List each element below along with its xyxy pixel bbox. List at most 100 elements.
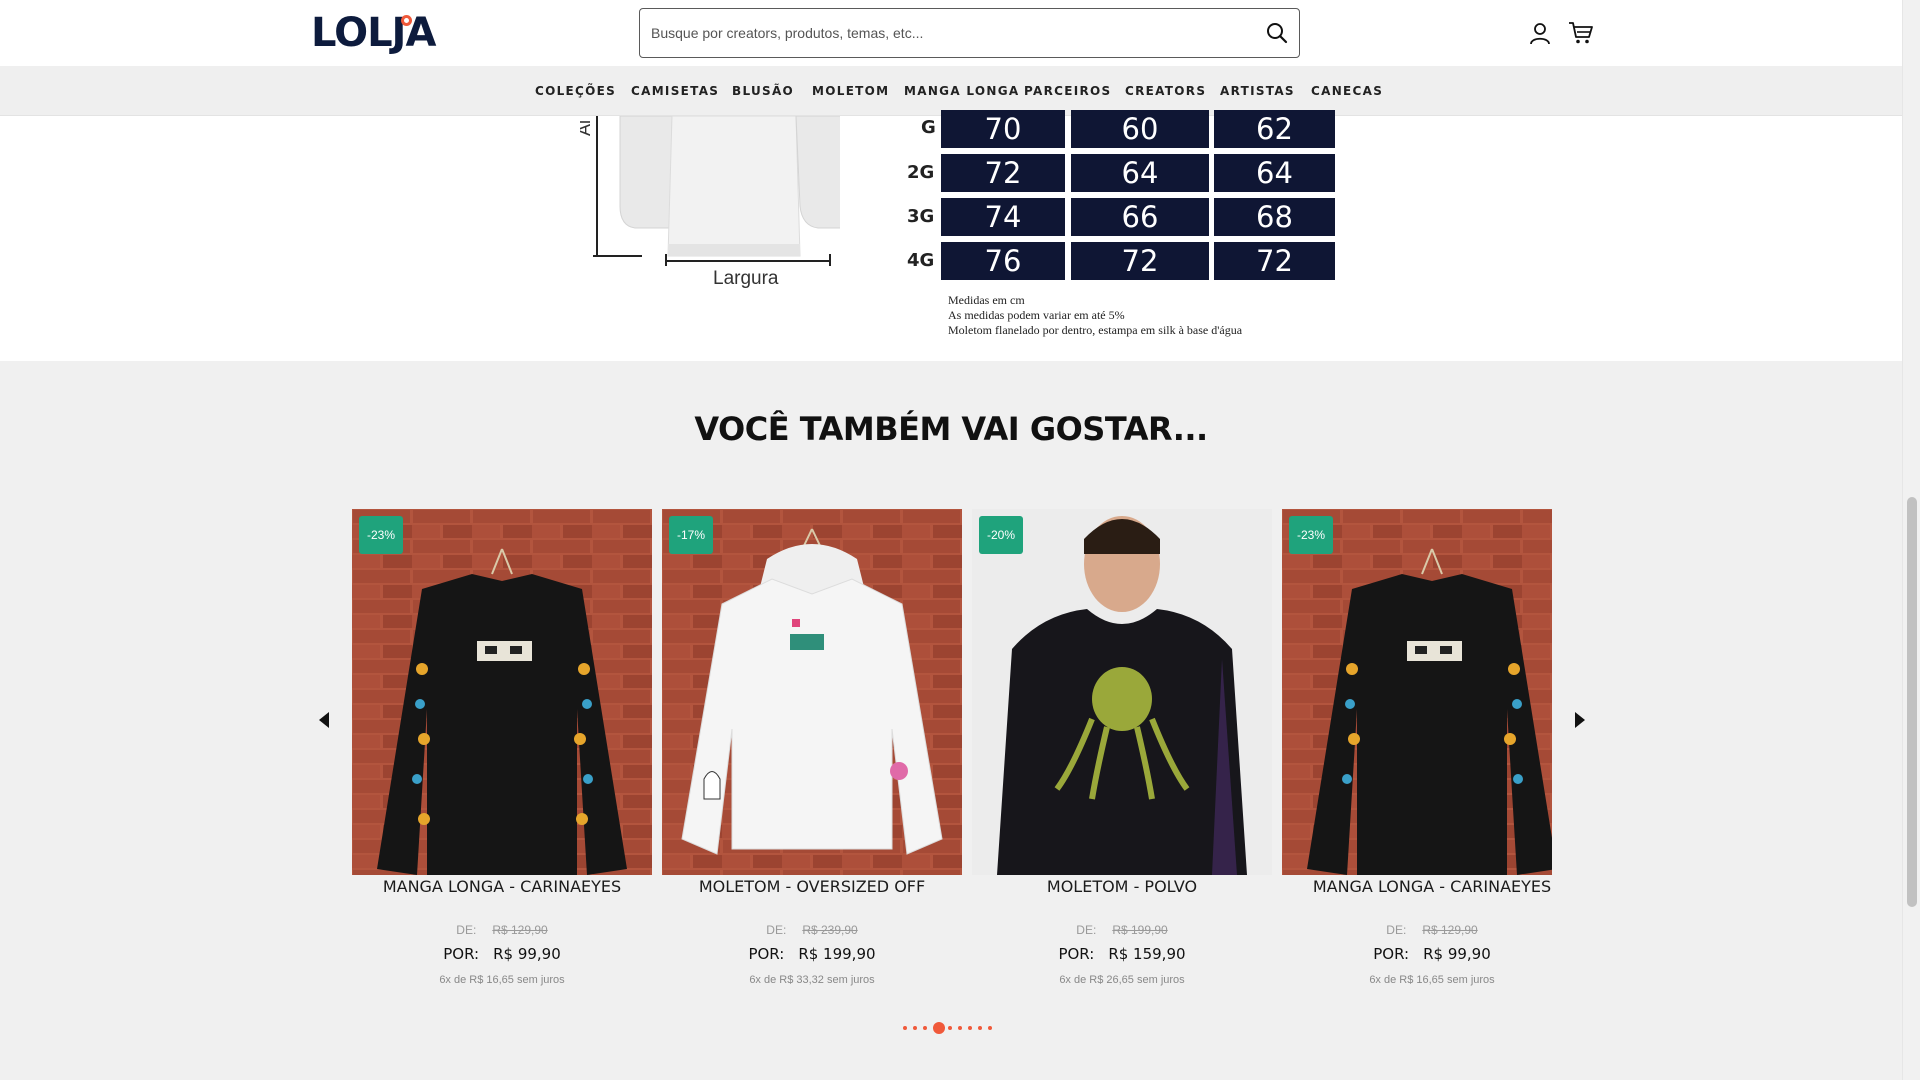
discount-badge: -20% [979,516,1024,554]
user-icon[interactable] [1528,21,1552,45]
recommendations-title: VOCÊ TAMBÉM VAI GOSTAR... [694,410,1208,448]
pagination-dot[interactable] [978,1026,982,1030]
nav-item-canecas[interactable]: CANECAS [1311,84,1383,98]
size-guide-sweater-illustration: Al [580,116,840,266]
product-carousel: -23% MANGA LONGA - CARINAEYES DE: R$ 129,… [352,509,1552,989]
size-cell: 72 [1071,242,1209,280]
product-name[interactable]: MOLETOM - POLVO [972,877,1272,896]
old-price: DE: R$ 129,90 [352,923,652,937]
size-cell: 72 [941,154,1065,192]
size-label: 4G [907,250,935,271]
size-cell: 66 [1071,198,1209,236]
product-name[interactable]: MANGA LONGA - CARINAEYES [352,877,652,896]
nav-item-colecoes[interactable]: COLEÇÕES [535,84,616,98]
pagination-dot[interactable] [988,1026,992,1030]
search-icon[interactable] [1265,21,1289,45]
new-price-value: R$ 199,90 [798,945,876,963]
old-price-value: R$ 129,90 [492,923,548,937]
cart-icon[interactable] [1568,21,1594,45]
main-nav: COLEÇÕES CAMISETAS BLUSÃO MOLETOM MANGA … [0,66,1902,116]
nav-item-parceiros[interactable]: PARCEIROS [1024,84,1111,98]
arrow-right-icon[interactable] [1570,710,1590,730]
old-price-label: DE: [766,923,787,937]
pagination-dot[interactable] [903,1026,907,1030]
new-price-label: POR: [1373,945,1410,963]
pagination-dot[interactable] [968,1026,972,1030]
old-price-label: DE: [1386,923,1407,937]
size-cell: 62 [1214,110,1335,148]
installments: 6x de R$ 33,32 sem juros [749,974,875,986]
product-image[interactable]: -23% [1282,509,1552,875]
new-price-label: POR: [1058,945,1095,963]
size-cell: 72 [1214,242,1335,280]
nav-item-creators[interactable]: CREATORS [1125,84,1206,98]
size-label: G [921,117,936,138]
new-price: POR: R$ 99,90 [1282,945,1552,963]
arrow-left-icon[interactable] [314,710,334,730]
size-cell: 64 [1214,154,1335,192]
product-name[interactable]: MANGA LONGA - CARINAEYES [1282,877,1552,896]
width-axis-label: Largura [713,268,779,289]
installments: 6x de R$ 16,65 sem juros [1369,974,1495,986]
nav-item-camisetas[interactable]: CAMISETAS [631,84,719,98]
new-price: POR: R$ 159,90 [972,945,1272,963]
search-box [639,8,1300,58]
product-card[interactable]: -23% MANGA LONGA - CARINAEYES DE: R$ 129,… [352,509,652,989]
old-price: DE: R$ 239,90 [662,923,962,937]
old-price: DE: R$ 199,90 [972,923,1272,937]
size-cell: 70 [941,110,1065,148]
old-price-value: R$ 199,90 [1112,923,1168,937]
note-line: Medidas em cm [948,293,1025,307]
pagination-dot[interactable] [913,1026,917,1030]
new-price-label: POR: [748,945,785,963]
new-price-value: R$ 99,90 [1423,945,1491,963]
site-logo[interactable]: LOLJA [311,12,436,54]
nav-item-artistas[interactable]: ARTISTAS [1220,84,1295,98]
new-price-value: R$ 99,90 [493,945,561,963]
note-line: Moletom flanelado por dentro, estampa em… [948,323,1243,337]
note-line: As medidas podem variar em até 5% [948,308,1125,322]
new-price: POR: R$ 99,90 [352,945,652,963]
size-cell: 74 [941,198,1065,236]
old-price: DE: R$ 129,90 [1282,923,1552,937]
product-image[interactable]: -20% [972,509,1272,875]
product-image[interactable]: -23% [352,509,652,875]
product-card[interactable]: -17% MOLETOM - OVERSIZED OFF DE: R$ 239,9… [662,509,962,989]
scrollbar-thumb[interactable] [1907,497,1917,907]
discount-badge: -23% [1289,516,1334,554]
logo-dot-icon [401,15,412,26]
search-input[interactable] [651,9,1251,57]
new-price: POR: R$ 199,90 [662,945,962,963]
pagination-dot[interactable] [923,1026,927,1030]
size-cell: 76 [941,242,1065,280]
size-cell: 68 [1214,198,1335,236]
old-price-value: R$ 239,90 [802,923,858,937]
size-chart-notes: Medidas em cm As medidas podem variar em… [948,293,1242,338]
size-label: 3G [907,206,935,227]
old-price-value: R$ 129,90 [1422,923,1478,937]
new-price-label: POR: [443,945,480,963]
old-price-label: DE: [1076,923,1097,937]
svg-text:Al: Al [580,120,594,136]
product-card[interactable]: -20% MOLETOM - POLVO DE: R$ 199,90 POR: R$… [972,509,1272,989]
product-card[interactable]: -23% MANGA LONGA - CARINAEYES DE: R$ 129,… [1282,509,1552,989]
nav-item-blusao[interactable]: BLUSÃO [732,84,794,98]
pagination-dot[interactable] [958,1026,962,1030]
discount-badge: -17% [669,516,714,554]
pagination-dot-active[interactable] [933,1022,945,1034]
pagination-dot[interactable] [948,1026,952,1030]
old-price-label: DE: [456,923,477,937]
site-header: LOLJA [0,0,1902,66]
installments: 6x de R$ 26,65 sem juros [1059,974,1185,986]
discount-badge: -23% [359,516,404,554]
product-image[interactable]: -17% [662,509,962,875]
new-price-value: R$ 159,90 [1108,945,1186,963]
nav-item-manga-longa[interactable]: MANGA LONGA [904,84,1020,98]
size-cell: 64 [1071,154,1209,192]
nav-item-moletom[interactable]: MOLETOM [812,84,889,98]
installments: 6x de R$ 16,65 sem juros [439,974,565,986]
size-cell: 60 [1071,110,1209,148]
size-label: 2G [907,162,935,183]
page-scrollbar[interactable] [1902,0,1920,1080]
product-name[interactable]: MOLETOM - OVERSIZED OFF [662,877,962,896]
